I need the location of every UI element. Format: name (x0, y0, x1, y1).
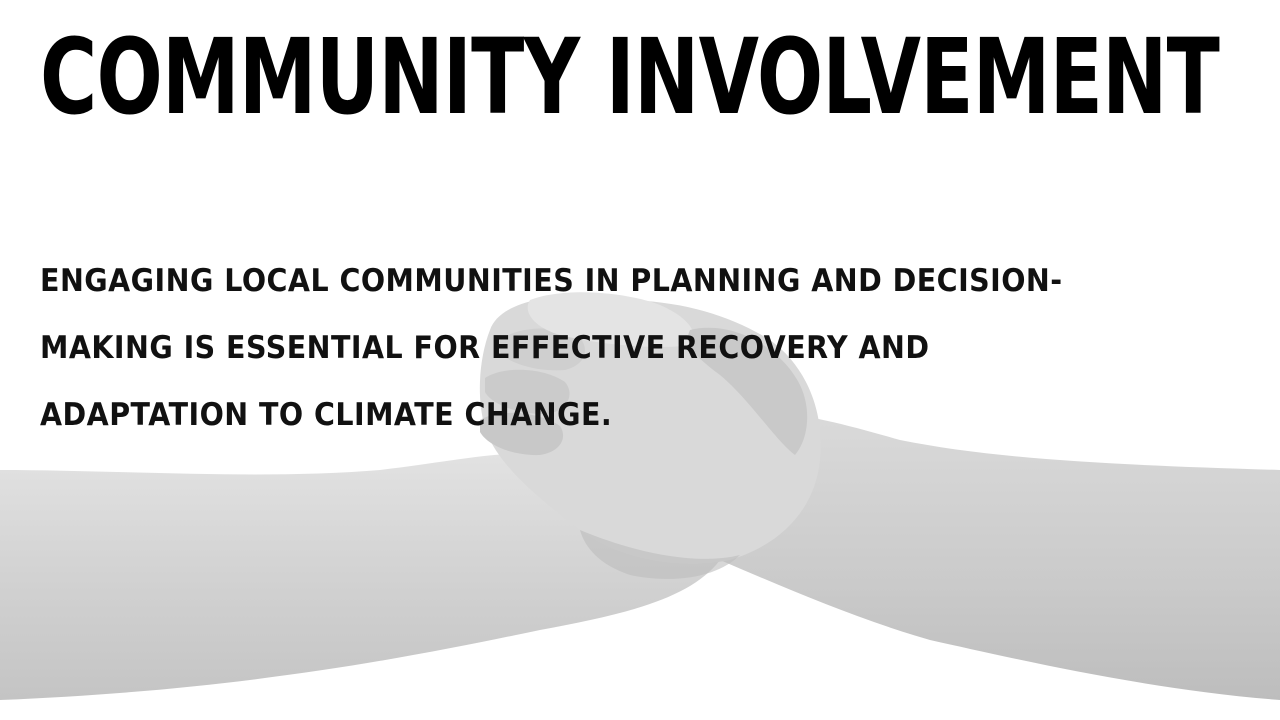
slide-title: COMMUNITY INVOLVEMENT (40, 16, 1220, 138)
slide-body-text: ENGAGING LOCAL COMMUNITIES IN PLANNING A… (40, 263, 1063, 433)
slide: COMMUNITY INVOLVEMENT ENGAGING LOCAL COM… (0, 0, 1280, 720)
